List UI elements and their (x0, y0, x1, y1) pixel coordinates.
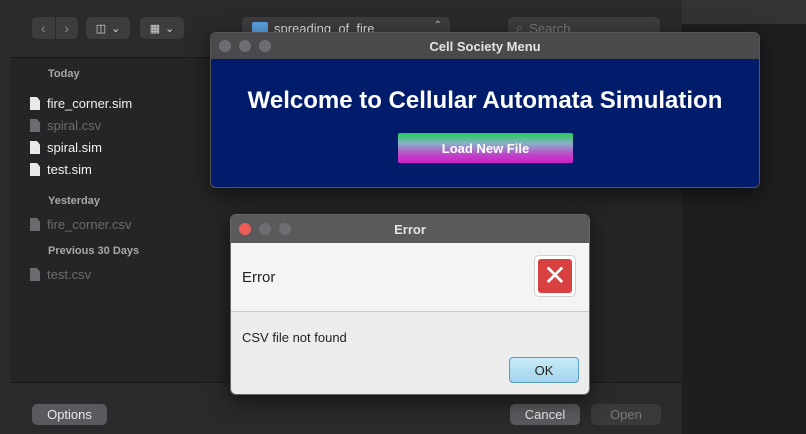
x-mark: ✕ (538, 259, 572, 293)
document-icon (30, 119, 40, 132)
updown-chevron-icon: ⌃ (433, 20, 442, 31)
file-name: fire_corner.sim (47, 96, 133, 111)
section-heading-yesterday: Yesterday (48, 195, 100, 207)
column-view-button[interactable]: ◫ ⌄ (86, 17, 130, 39)
background-window-titlebar (682, 0, 806, 24)
error-content-pane: CSV file not found OK (231, 312, 589, 394)
file-item: test.csv (30, 267, 91, 282)
file-name: spiral.sim (47, 140, 102, 155)
document-icon (30, 97, 40, 110)
menu-body: Welcome to Cellular Automata Simulation … (211, 59, 759, 187)
menu-titlebar: Cell Society Menu (211, 33, 759, 59)
chevron-down-icon: ⌄ (165, 22, 175, 35)
section-heading-today: Today (48, 68, 80, 80)
load-new-file-button[interactable]: Load New File (398, 133, 573, 163)
cell-society-menu-window: Cell Society Menu Welcome to Cellular Au… (210, 32, 760, 188)
section-heading-previous-30-days: Previous 30 Days (48, 245, 140, 257)
file-item[interactable]: spiral.sim (30, 140, 102, 155)
ok-button[interactable]: OK (509, 357, 579, 383)
file-item[interactable]: fire_corner.sim (30, 96, 132, 111)
error-dialog: Error Error ✕ CSV file not found OK (230, 214, 590, 395)
nav-buttons: ‹ › (32, 17, 78, 39)
options-button[interactable]: Options (32, 404, 107, 425)
forward-icon[interactable]: › (54, 17, 79, 39)
file-name: fire_corner.csv (47, 217, 132, 232)
file-item: spiral.csv (30, 118, 101, 133)
file-name: test.csv (47, 267, 92, 282)
window-controls (239, 223, 291, 235)
document-icon (30, 163, 40, 176)
file-item: fire_corner.csv (30, 217, 132, 232)
document-icon (30, 268, 40, 281)
error-message: CSV file not found (242, 330, 347, 345)
document-icon (30, 141, 40, 154)
cancel-button[interactable]: Cancel (510, 404, 580, 425)
grid-icon: ▦ (149, 22, 161, 35)
file-name: spiral.csv (47, 118, 102, 133)
close-icon[interactable] (239, 223, 251, 235)
error-titlebar: Error (231, 215, 589, 243)
file-name: test.sim (47, 162, 92, 177)
zoom-icon[interactable] (279, 223, 291, 235)
minimize-icon[interactable] (239, 40, 251, 52)
zoom-icon[interactable] (259, 40, 271, 52)
chevron-down-icon: ⌄ (111, 22, 121, 35)
open-button[interactable]: Open (591, 404, 661, 425)
window-controls (219, 40, 271, 52)
window-title: Error (394, 221, 426, 237)
file-item[interactable]: test.sim (30, 162, 92, 177)
welcome-heading: Welcome to Cellular Automata Simulation (247, 87, 723, 114)
back-icon[interactable]: ‹ (32, 17, 55, 39)
minimize-icon[interactable] (259, 223, 271, 235)
columns-icon: ◫ (95, 22, 107, 35)
error-header-text: Error (242, 269, 276, 286)
close-icon[interactable] (219, 40, 231, 52)
window-title: Cell Society Menu (429, 38, 541, 54)
error-x-icon: ✕ (534, 255, 576, 297)
group-view-button[interactable]: ▦ ⌄ (140, 17, 184, 39)
document-icon (30, 218, 40, 231)
error-header-pane: Error ✕ (231, 243, 589, 312)
